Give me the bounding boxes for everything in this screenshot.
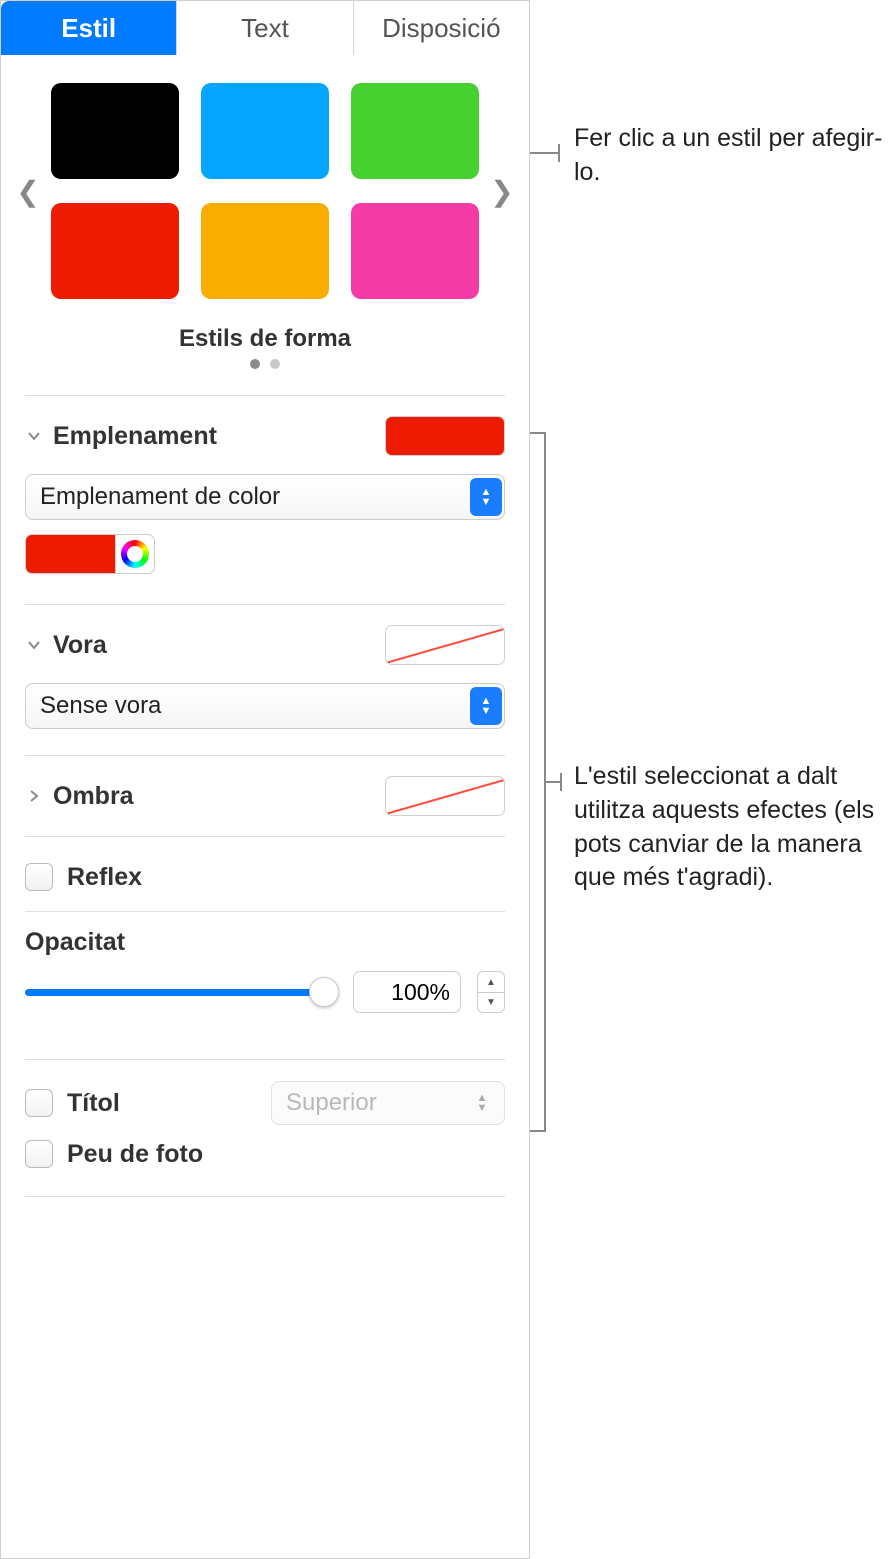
shadow-section: Ombra [1,756,529,824]
caption-label: Peu de foto [67,1140,203,1169]
opacity-value-field[interactable]: 100% [353,971,461,1013]
popup-arrows-icon: ▲▼ [466,1084,498,1122]
opacity-stepper: ▲ ▼ [477,971,505,1013]
page-dot[interactable] [270,359,280,369]
tab-layout[interactable]: Disposició [354,1,529,55]
bracket-top-tick [530,432,546,434]
style-swatches-grid [43,83,487,299]
fill-color-well[interactable] [25,534,115,574]
title-position-popup[interactable]: Superior ▲▼ [271,1081,505,1125]
style-swatch[interactable] [51,203,179,299]
slider-thumb[interactable] [309,977,339,1007]
shape-styles-section: ❮ ❯ Estils de forma [1,55,529,379]
shape-styles-title: Estils de forma [13,325,517,353]
fill-section: Emplenament Emplenament de color ▲▼ [1,396,529,578]
title-position-value: Superior [286,1089,377,1117]
border-preview-chip[interactable] [385,625,505,665]
title-caption-section: Títol Superior ▲▼ Peu de foto [1,1060,529,1182]
callout-leader-line [530,152,560,154]
fill-color-chip[interactable] [385,416,505,456]
styles-prev-arrow[interactable]: ❮ [13,175,43,208]
fill-label: Emplenament [53,422,217,451]
title-checkbox[interactable] [25,1089,53,1117]
stepper-down-button[interactable]: ▼ [477,992,505,1013]
chevron-down-icon[interactable] [25,427,43,445]
style-swatch[interactable] [201,83,329,179]
caption-checkbox[interactable] [25,1140,53,1168]
color-wheel-button[interactable] [115,534,155,574]
reflection-section: Reflex [1,837,529,905]
styles-next-arrow[interactable]: ❯ [487,175,517,208]
popup-arrows-icon: ▲▼ [470,687,502,725]
opacity-label: Opacitat [25,928,505,957]
style-swatch[interactable] [201,203,329,299]
fill-type-value: Emplenament de color [40,483,280,511]
tab-style[interactable]: Estil [1,1,177,55]
title-label: Títol [67,1089,120,1118]
page-dot[interactable] [250,359,260,369]
opacity-section: Opacitat 100% ▲ ▼ [1,912,529,1019]
bracket-bottom-tick [530,1130,546,1132]
opacity-slider[interactable] [25,977,337,1007]
reflection-label: Reflex [67,863,142,892]
callouts-area: Fer clic a un estil per afegir-lo. L'est… [530,0,891,1559]
tab-bar: Estil Text Disposició [1,1,529,55]
reflection-checkbox[interactable] [25,863,53,891]
border-type-popup[interactable]: Sense vora ▲▼ [25,683,505,729]
chevron-right-icon[interactable] [25,787,43,805]
format-inspector-panel: Estil Text Disposició ❮ ❯ Estils de form… [0,0,530,1559]
style-swatch[interactable] [51,83,179,179]
border-section: Vora Sense vora ▲▼ [1,605,529,733]
chevron-down-icon[interactable] [25,636,43,654]
style-swatch[interactable] [351,83,479,179]
popup-arrows-icon: ▲▼ [470,478,502,516]
pagination-dots [13,359,517,369]
color-wheel-icon [121,540,149,568]
border-type-value: Sense vora [40,692,161,720]
stepper-up-button[interactable]: ▲ [477,971,505,992]
tab-text[interactable]: Text [177,1,353,55]
callout-tick [560,773,562,791]
callout-text-styles: Fer clic a un estil per afegir-lo. [574,122,885,190]
slider-track [25,989,337,996]
style-swatch[interactable] [351,203,479,299]
fill-type-popup[interactable]: Emplenament de color ▲▼ [25,474,505,520]
divider [25,1196,505,1197]
callout-text-effects: L'estil seleccionat a dalt utilitza aque… [574,760,885,895]
callout-tick [558,144,560,162]
border-label: Vora [53,631,107,660]
shadow-preview-chip[interactable] [385,776,505,816]
shadow-label: Ombra [53,782,134,811]
